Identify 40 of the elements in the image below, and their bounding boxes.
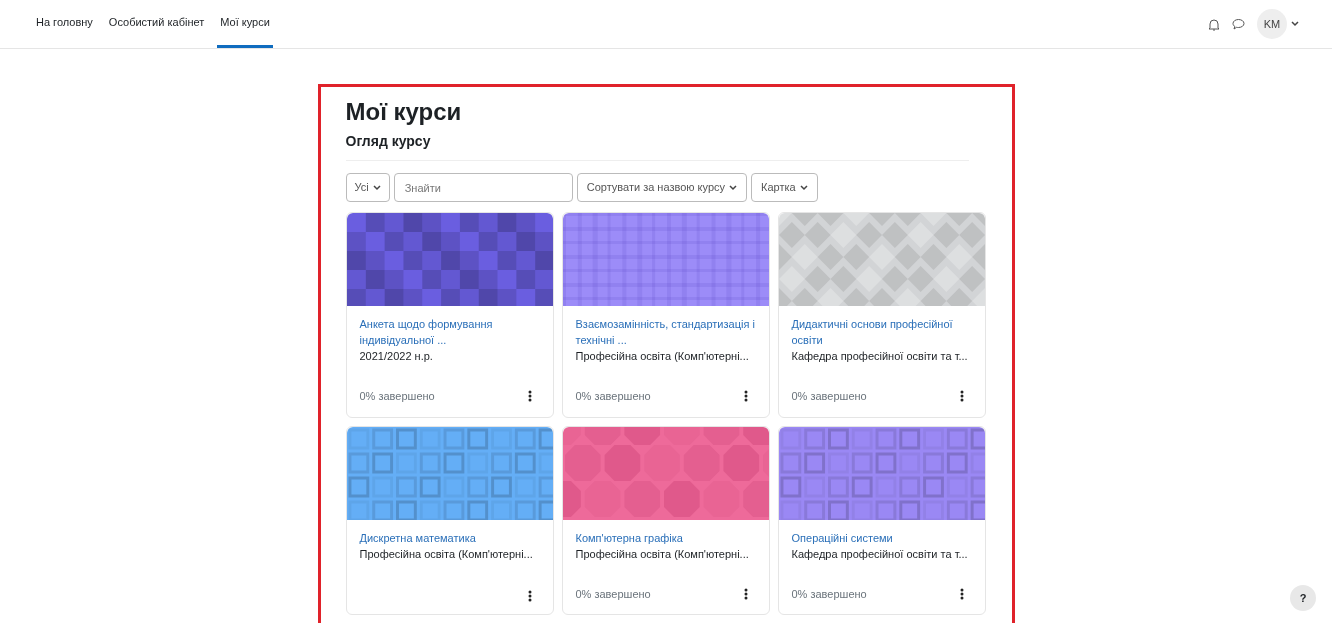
page-title: Мої курси	[345, 97, 463, 127]
help-button[interactable]: ?	[1290, 585, 1316, 611]
course-category: Професійна освіта (Комп'ютерні...	[575, 546, 750, 562]
course-link[interactable]: Дидактичні основи професійної освіти	[791, 316, 972, 348]
grouping-dropdown[interactable]: Усі	[345, 173, 390, 202]
progress-text: 0% завершено	[575, 586, 651, 602]
course-link[interactable]: Анкета щодо формування індивідуальної ...	[359, 316, 540, 348]
nav-link[interactable]: Особистий кабінет	[105, 0, 208, 48]
more-options-icon[interactable]	[527, 590, 532, 602]
course-category: Професійна освіта (Комп'ютерні...	[359, 546, 534, 562]
course-link[interactable]: Комп'ютерна графіка	[575, 529, 756, 546]
more-options-icon[interactable]	[743, 587, 748, 600]
progress-text: 0% завершено	[575, 389, 651, 404]
course-category: Кафедра професійної освіти та т...	[791, 349, 969, 364]
course-category: 2021/2022 н.р.	[359, 349, 434, 364]
chevron-down-icon	[1291, 21, 1299, 27]
chevron-down-icon	[729, 184, 738, 191]
sort-dropdown[interactable]: Сортувати за назвою курсу	[576, 173, 748, 202]
progress-text: 0% завершено	[791, 389, 867, 404]
search-field[interactable]: Знайти	[393, 173, 573, 202]
progress-text: 0% завершено	[791, 586, 867, 602]
view-dropdown[interactable]: Картка	[751, 173, 818, 202]
course-category: Професійна освіта (Комп'ютерні...	[575, 349, 750, 364]
section-title: Огляд курсу	[345, 132, 432, 151]
user-avatar[interactable]: KM	[1257, 9, 1287, 39]
chevron-down-icon	[799, 184, 808, 191]
course-link[interactable]: Операційні системи	[791, 529, 972, 546]
course-link[interactable]: Взаємозамінність, стандартизація і технічні ...	[575, 316, 756, 348]
more-options-icon[interactable]	[743, 390, 748, 403]
notification-bell-icon[interactable]	[1208, 17, 1220, 31]
nav-link[interactable]: На головну	[33, 0, 96, 48]
nav-link[interactable]: Мої курси	[217, 0, 273, 48]
more-options-icon[interactable]	[959, 390, 964, 403]
progress-text: 0% завершено	[359, 389, 435, 404]
more-options-icon[interactable]	[527, 390, 532, 403]
chat-bubble-icon[interactable]	[1232, 18, 1245, 30]
more-options-icon[interactable]	[959, 587, 964, 600]
chevron-down-icon	[372, 184, 381, 191]
course-category: Кафедра професійної освіти та т...	[791, 546, 969, 562]
course-link[interactable]: Дискретна математика	[359, 529, 540, 546]
